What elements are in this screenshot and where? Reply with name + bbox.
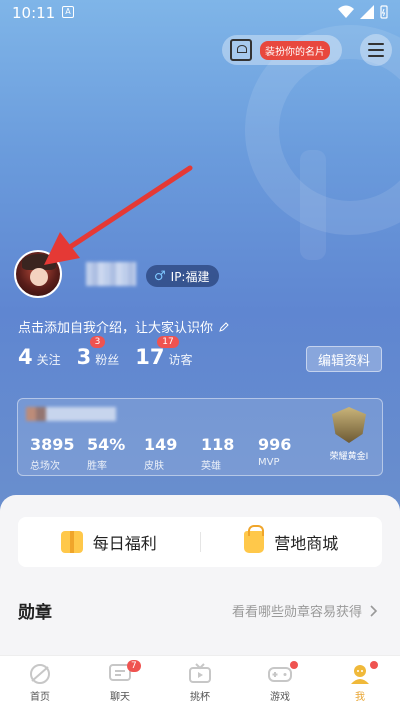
bottom-tab-bar: 首页 7 聊天 挑杯 游戏 我 — [0, 655, 400, 710]
rank-shield-icon — [332, 407, 366, 443]
stat-skins: 149 皮肤 — [144, 435, 178, 472]
ip-badge: ♂ IP:福建 — [146, 265, 220, 287]
chat-badge: 7 — [127, 660, 141, 672]
intro-text: 点击添加自我介绍，让大家认识你 — [18, 321, 214, 336]
dress-card-button[interactable]: 装扮你的名片 — [222, 35, 342, 65]
tab-games[interactable]: 游戏 — [240, 656, 320, 710]
username-blurred — [86, 262, 136, 286]
dress-card-label: 装扮你的名片 — [260, 40, 330, 60]
stat-following[interactable]: 4 关注 — [18, 345, 61, 369]
stat-win-rate: 54% 胜率 — [87, 435, 126, 472]
signal-icon — [360, 5, 374, 19]
medal-section-title: 勋章 — [18, 603, 52, 623]
game-stats: 3895 总场次 54% 胜率 149 皮肤 118 英雄 996 MVP — [28, 435, 313, 472]
fans-badge: 3 — [89, 336, 106, 348]
camp-shop-button[interactable]: 营地商城 — [201, 525, 383, 554]
self-intro[interactable]: 点击添加自我介绍，让大家认识你 — [18, 317, 230, 336]
pencil-icon — [219, 321, 229, 332]
benefit-bar: 每日福利 营地商城 — [18, 517, 382, 567]
stat-total-games: 3895 总场次 — [30, 435, 75, 472]
wifi-icon — [338, 5, 354, 18]
tab-cup[interactable]: 挑杯 — [160, 656, 240, 710]
gift-icon — [60, 531, 83, 553]
avatar[interactable] — [14, 250, 62, 298]
edit-profile-button[interactable]: 编辑资料 — [306, 346, 382, 372]
menu-button[interactable] — [360, 34, 392, 66]
stat-fans[interactable]: 3 3 粉丝 — [77, 336, 119, 369]
menu-icon — [368, 43, 384, 45]
games-dot — [290, 661, 298, 669]
ip-label: IP:福建 — [170, 269, 210, 284]
stat-visitors[interactable]: 17 17 访客 — [135, 336, 193, 369]
status-icons — [338, 5, 388, 19]
tab-home[interactable]: 首页 — [0, 656, 80, 710]
daily-benefit-button[interactable]: 每日福利 — [18, 530, 200, 554]
rank-label: 荣耀黄金I — [329, 452, 369, 462]
home-icon — [30, 664, 50, 684]
id-card-icon — [230, 39, 252, 61]
me-dot — [370, 661, 378, 669]
battery-icon — [380, 5, 388, 19]
profile-icon — [351, 665, 369, 684]
status-time: 10:11 — [12, 4, 56, 22]
tab-me[interactable]: 我 — [320, 656, 400, 710]
shopping-bag-icon — [244, 525, 265, 553]
game-record-card[interactable]: 3895 总场次 54% 胜率 149 皮肤 118 英雄 996 MVP 荣耀黄金I — [17, 398, 383, 476]
gamepad-icon — [268, 667, 292, 682]
medal-link[interactable]: 看看哪些勋章容易获得 — [232, 601, 378, 620]
stat-heroes: 118 英雄 — [201, 435, 235, 472]
status-bar: 10:11 A — [0, 0, 400, 28]
decorative-bar — [300, 150, 326, 260]
stat-mvp: 996 MVP — [258, 435, 292, 468]
tv-icon — [189, 663, 211, 683]
tab-chat[interactable]: 7 聊天 — [80, 656, 160, 710]
social-stats: 4 关注 3 3 粉丝 17 17 访客 — [18, 336, 193, 369]
male-icon: ♂ — [154, 268, 166, 284]
game-role-blurred — [26, 407, 116, 421]
notification-icon: A — [62, 6, 74, 18]
visitors-badge: 17 — [157, 336, 179, 348]
chevron-right-icon — [370, 604, 378, 617]
rank-emblem: 荣耀黄金I — [320, 407, 378, 462]
